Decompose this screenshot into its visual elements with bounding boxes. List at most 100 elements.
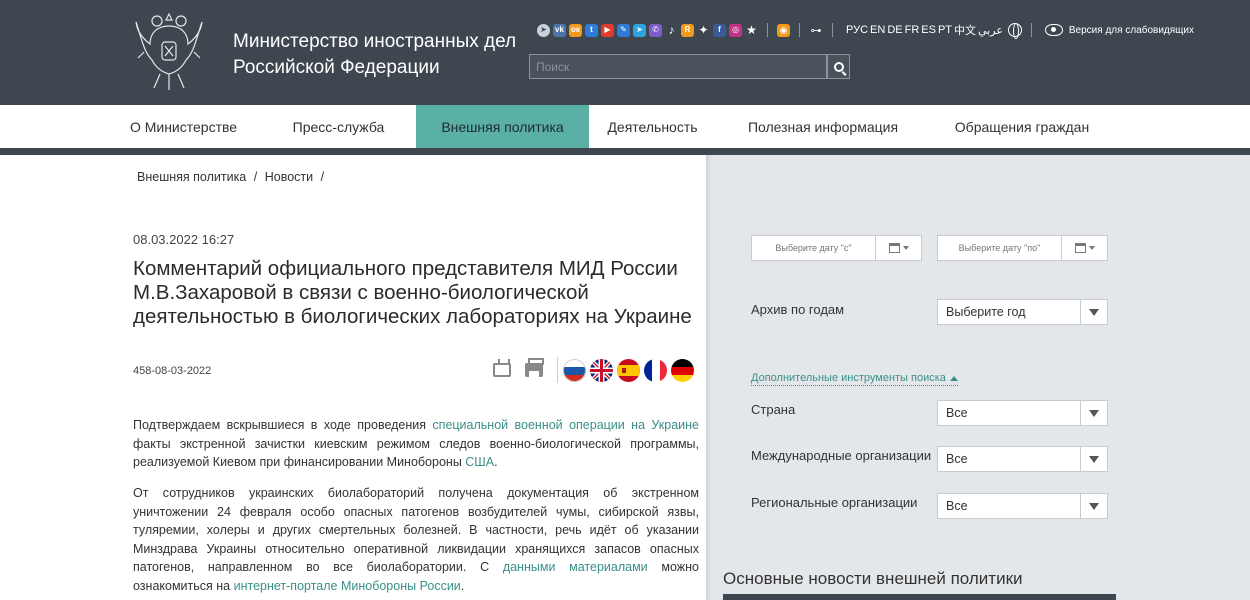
date-to-field[interactable]: Выберите дату "по"	[937, 235, 1108, 261]
site-header: Министерство иностранных дел Российской …	[0, 0, 1250, 105]
breadcrumb-foreign-policy[interactable]: Внешняя политика	[137, 170, 246, 184]
telegram-icon[interactable]: ➤	[537, 23, 550, 37]
tv-icon[interactable]	[493, 363, 511, 377]
dropdown-arrow-icon	[1080, 447, 1107, 471]
odnoklassniki-icon[interactable]: ок	[569, 23, 582, 37]
date-to-calendar-button[interactable]	[1061, 236, 1107, 260]
vk-icon[interactable]: vk	[553, 23, 566, 37]
breadcrumb: Внешняя политика / Новости /	[137, 170, 328, 184]
france-flag-icon[interactable]	[644, 358, 667, 382]
country-value: Все	[946, 406, 968, 420]
page: Министерство иностранных дел Российской …	[0, 0, 1250, 600]
regional-orgs-select[interactable]: Все	[937, 493, 1108, 519]
nav-citizen-appeals[interactable]: Обращения граждан	[930, 105, 1114, 148]
article-title: Комментарий официального представителя М…	[133, 257, 692, 328]
divider	[799, 23, 800, 37]
search-button[interactable]	[827, 54, 850, 79]
intl-orgs-label: Международные организации	[751, 448, 932, 463]
nav-press-service[interactable]: Пресс-служба	[261, 105, 416, 148]
eye-icon	[1044, 24, 1063, 36]
breadcrumb-separator: /	[320, 170, 325, 184]
date-from-calendar-button[interactable]	[875, 236, 921, 260]
twitter-icon[interactable]: t	[585, 23, 598, 37]
regional-orgs-label: Региональные организации	[751, 495, 918, 510]
archive-year-select[interactable]: Выберите год	[937, 299, 1108, 325]
text-run: .	[460, 578, 465, 593]
search-icon	[833, 61, 844, 72]
document-number: 458-08-03-2022	[133, 365, 212, 377]
link-special-operation[interactable]: специальной военной операции на Украине	[432, 418, 699, 432]
lang-en[interactable]: EN	[870, 24, 885, 36]
country-label: Страна	[751, 402, 796, 417]
divider	[832, 23, 833, 37]
ministry-name[interactable]: Министерство иностранных дел Российской …	[233, 29, 516, 81]
article-paragraph-1: Подтверждаем вскрывшиеся в ходе проведен…	[133, 416, 699, 472]
coat-of-arms-logo[interactable]	[134, 12, 204, 94]
link-mod-portal[interactable]: интернет-портале Минобороны России	[234, 579, 461, 593]
ministry-name-line1: Министерство иностранных дел	[233, 31, 517, 52]
lang-fr[interactable]: FR	[905, 24, 920, 36]
globe-icon[interactable]	[1007, 23, 1022, 39]
search-input[interactable]	[529, 54, 827, 79]
rutube-icon[interactable]: R	[681, 23, 694, 37]
caret-down-icon	[1088, 246, 1095, 250]
extra-search-tools-toggle[interactable]: Дополнительные инструменты поиска	[751, 372, 958, 386]
text-run: .	[494, 455, 498, 469]
telegram-channel-icon[interactable]: ➤	[633, 23, 646, 37]
plus-icon[interactable]: ✦	[697, 24, 710, 37]
triangle-up-icon	[949, 375, 958, 381]
lang-es[interactable]: ES	[921, 24, 936, 36]
lang-zh[interactable]: 中文	[954, 22, 976, 38]
divider	[1030, 23, 1032, 37]
archive-year-value: Выберите год	[946, 305, 1026, 319]
main-nav: О Министерстве Пресс-служба Внешняя поли…	[0, 105, 1250, 148]
article-paragraph-2: От сотрудников украинских биолабораторий…	[133, 484, 699, 595]
sitemap-icon[interactable]: ⊶	[809, 24, 823, 37]
breadcrumb-separator: /	[253, 170, 258, 184]
date-from-placeholder: Выберите дату "с"	[775, 243, 852, 253]
rss-icon[interactable]: ◉	[777, 23, 790, 37]
dropdown-arrow-icon	[1080, 300, 1107, 324]
intl-orgs-select[interactable]: Все	[937, 446, 1108, 472]
print-icon[interactable]	[525, 358, 544, 377]
link-usa[interactable]: США	[465, 455, 494, 469]
russian-flag-icon[interactable]	[563, 358, 586, 382]
livejournal-icon[interactable]: ✎	[617, 23, 630, 37]
calendar-icon	[888, 243, 900, 253]
star-icon[interactable]: ★	[745, 24, 758, 37]
divider	[557, 357, 558, 383]
date-to-placeholder: Выберите дату "по"	[958, 243, 1041, 253]
date-from-field[interactable]: Выберите дату "с"	[751, 235, 922, 261]
tiktok-icon[interactable]: ♪	[665, 24, 678, 37]
lang-de[interactable]: DE	[887, 24, 902, 36]
text-run: факты экстренной зачистки киевским режим…	[133, 436, 699, 470]
intl-orgs-value: Все	[946, 452, 968, 466]
spain-flag-icon[interactable]	[617, 358, 640, 382]
news-heading-underline	[723, 594, 1116, 600]
germany-flag-icon[interactable]	[671, 358, 694, 382]
regional-orgs-value: Все	[946, 499, 968, 513]
nav-about-ministry[interactable]: О Министерстве	[106, 105, 261, 148]
nav-foreign-policy[interactable]: Внешняя политика	[416, 105, 589, 148]
divider	[767, 23, 768, 37]
uk-flag-icon[interactable]	[590, 358, 613, 382]
lang-pt[interactable]: PT	[938, 24, 952, 36]
accessibility-label: Версия для слабовидящих	[1068, 24, 1194, 36]
breadcrumb-news[interactable]: Новости	[265, 170, 313, 184]
facebook-icon[interactable]: f	[713, 23, 726, 37]
nav-activities[interactable]: Деятельность	[589, 105, 716, 148]
lang-ru[interactable]: РУС	[846, 24, 868, 36]
nav-useful-info[interactable]: Полезная информация	[716, 105, 930, 148]
ministry-name-line2: Российской Федерации	[233, 57, 440, 78]
viber-icon[interactable]: ✆	[649, 23, 662, 37]
link-materials[interactable]: данными материалами	[503, 560, 648, 574]
youtube-icon[interactable]: ▶	[601, 23, 614, 37]
accessibility-version-link[interactable]: Версия для слабовидящих	[1044, 24, 1194, 36]
extra-search-tools-label: Дополнительные инструменты поиска	[751, 372, 946, 384]
caret-down-icon	[902, 246, 909, 250]
instagram-icon[interactable]: ◎	[729, 23, 742, 37]
text-run: Подтверждаем вскрывшиеся в ходе проведен…	[133, 418, 433, 432]
country-select[interactable]: Все	[937, 400, 1108, 426]
lang-ar[interactable]: عربي	[978, 24, 1003, 37]
nav-divider	[0, 148, 1250, 155]
